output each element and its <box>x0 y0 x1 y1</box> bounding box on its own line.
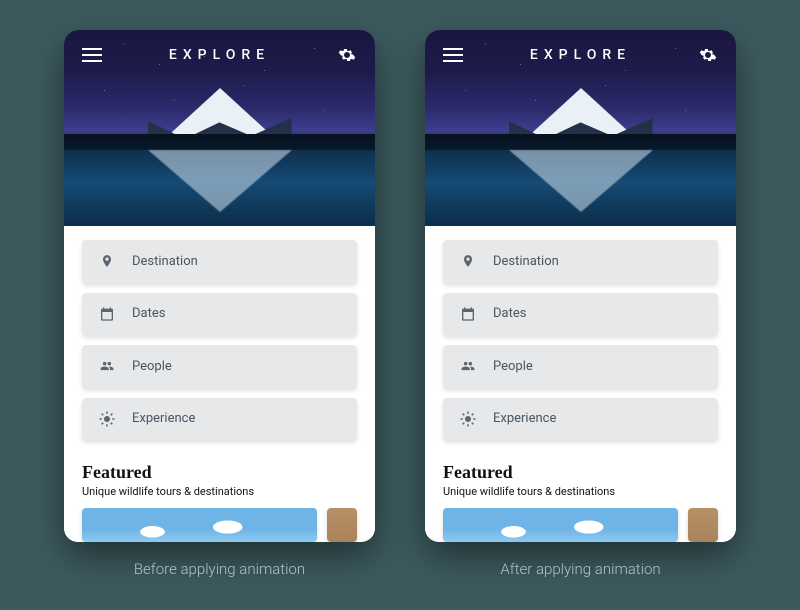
filter-people[interactable]: People <box>443 345 718 388</box>
featured-thumbs <box>443 508 718 542</box>
phone-mockup-before: EXPLORE Destination Dates People Expe <box>64 30 375 542</box>
filter-dates[interactable]: Dates <box>443 293 718 336</box>
filter-label: People <box>132 359 172 374</box>
filter-label: Experience <box>132 411 195 426</box>
caption-after: After applying animation <box>500 560 660 578</box>
filter-experience[interactable]: Experience <box>82 398 357 441</box>
featured-card[interactable] <box>443 508 678 542</box>
settings-icon[interactable] <box>335 43 359 67</box>
hero-image: EXPLORE <box>425 30 736 258</box>
menu-icon[interactable] <box>441 43 465 67</box>
filter-label: Dates <box>493 306 526 321</box>
featured-card[interactable] <box>688 508 718 542</box>
filter-destination[interactable]: Destination <box>82 240 357 283</box>
hero-image: EXPLORE <box>64 30 375 258</box>
after-column: EXPLORE Destination Dates People Expe <box>425 30 736 578</box>
phone-mockup-after: EXPLORE Destination Dates People Expe <box>425 30 736 542</box>
featured-section: Featured Unique wildlife tours & destina… <box>443 462 718 542</box>
featured-subtitle: Unique wildlife tours & destinations <box>443 485 718 498</box>
calendar-icon <box>98 305 116 323</box>
featured-thumbs <box>82 508 357 542</box>
featured-card[interactable] <box>82 508 317 542</box>
sun-icon <box>98 410 116 428</box>
featured-heading: Featured <box>443 462 718 483</box>
filter-dates[interactable]: Dates <box>82 293 357 336</box>
featured-heading: Featured <box>82 462 357 483</box>
settings-icon[interactable] <box>696 43 720 67</box>
caption-before: Before applying animation <box>134 560 305 578</box>
people-icon <box>459 357 477 375</box>
filter-label: Destination <box>493 254 559 269</box>
filter-label: Dates <box>132 306 165 321</box>
content-area: Destination Dates People Experience Feat… <box>425 226 736 542</box>
featured-section: Featured Unique wildlife tours & destina… <box>82 462 357 542</box>
location-pin-icon <box>459 252 477 270</box>
sun-icon <box>459 410 477 428</box>
filter-label: Experience <box>493 411 556 426</box>
calendar-icon <box>459 305 477 323</box>
content-area: Destination Dates People Experience Feat… <box>64 226 375 542</box>
featured-subtitle: Unique wildlife tours & destinations <box>82 485 357 498</box>
filter-label: People <box>493 359 533 374</box>
filter-experience[interactable]: Experience <box>443 398 718 441</box>
people-icon <box>98 357 116 375</box>
filter-destination[interactable]: Destination <box>443 240 718 283</box>
page-title: EXPLORE <box>465 47 696 63</box>
filter-people[interactable]: People <box>82 345 357 388</box>
filter-label: Destination <box>132 254 198 269</box>
featured-card[interactable] <box>327 508 357 542</box>
location-pin-icon <box>98 252 116 270</box>
before-column: EXPLORE Destination Dates People Expe <box>64 30 375 578</box>
page-title: EXPLORE <box>104 47 335 63</box>
menu-icon[interactable] <box>80 43 104 67</box>
